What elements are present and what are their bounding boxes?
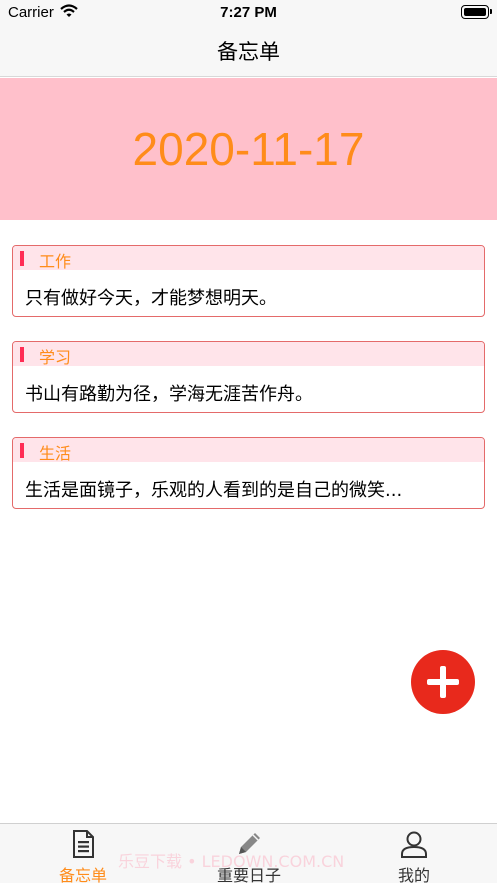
page-title: 备忘单: [217, 40, 280, 64]
card-header: 生活: [13, 438, 484, 463]
category-marker: [20, 251, 24, 266]
status-time: 7:27 PM: [220, 4, 277, 21]
watermark: 乐豆下载 • LEDOWN.COM.CN: [118, 852, 345, 871]
tab-profile[interactable]: 我的: [331, 824, 497, 883]
category-marker: [20, 443, 24, 458]
add-memo-button[interactable]: [411, 650, 475, 714]
date-banner: 2020-11-17: [0, 78, 497, 220]
card-header: 学习: [13, 342, 484, 367]
current-date: 2020-11-17: [132, 123, 365, 175]
memo-card-study[interactable]: 学习 书山有路勤为径，学海无涯苦作舟。: [12, 341, 485, 413]
tab-label: 我的: [397, 866, 430, 883]
battery-icon: [461, 5, 492, 19]
card-category: 生活: [39, 444, 72, 463]
memo-card-life[interactable]: 生活 生活是面镜子，乐观的人看到的是自己的微笑...: [12, 437, 485, 509]
memo-icon: [73, 830, 94, 858]
card-text: 书山有路勤为径，学海无涯苦作舟。: [25, 384, 313, 405]
card-text: 生活是面镜子，乐观的人看到的是自己的微笑...: [25, 480, 403, 501]
category-marker: [20, 347, 24, 362]
card-header: 工作: [13, 246, 484, 271]
status-bar: Carrier 7:27 PM: [0, 0, 497, 26]
person-icon: [401, 831, 427, 858]
card-text: 只有做好今天，才能梦想明天。: [25, 288, 277, 309]
card-category: 学习: [39, 348, 72, 367]
card-category: 工作: [39, 252, 72, 271]
navigation-bar: 备忘单: [0, 26, 497, 77]
memo-card-work[interactable]: 工作 只有做好今天，才能梦想明天。: [12, 245, 485, 317]
